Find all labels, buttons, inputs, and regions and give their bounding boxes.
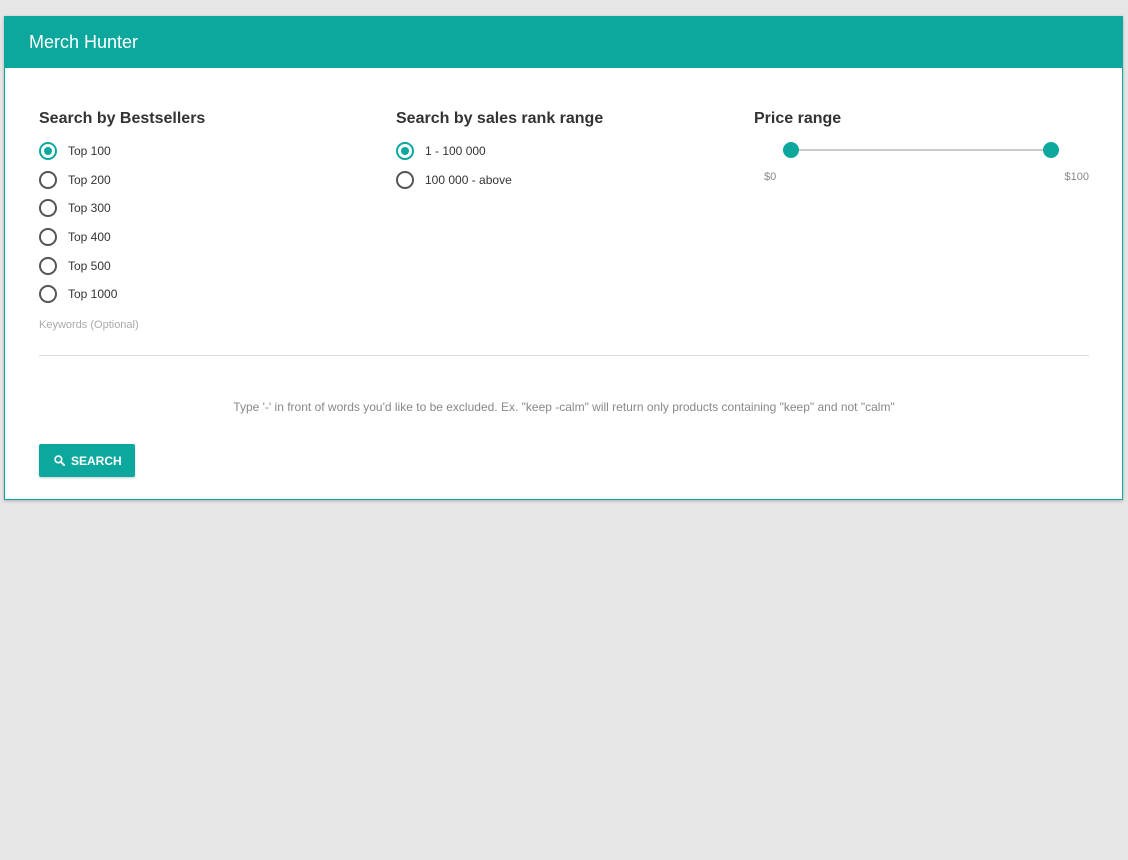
radio-label: Top 1000 (68, 287, 118, 302)
slider-max-handle[interactable] (1043, 142, 1059, 158)
price-max-label: $100 (1064, 171, 1089, 183)
radio-button[interactable] (39, 256, 57, 275)
radio-label: Top 200 (68, 172, 111, 187)
bestsellers-title: Search by Bestsellers (39, 110, 206, 127)
app-bar: Merch Hunter (5, 16, 1122, 68)
keywords-label: Keywords (Optional) (39, 319, 139, 331)
search-form: Search by Bestsellers Top 100 Top 200 To… (39, 68, 1089, 499)
keywords-input[interactable] (39, 332, 1089, 356)
bestseller-option-top-200[interactable]: Top 200 (39, 166, 369, 195)
sales-rank-group: Search by sales rank range 1 - 100 000 1… (396, 109, 726, 194)
radio-button[interactable] (39, 170, 57, 189)
price-range-title: Price range (754, 110, 842, 127)
price-range-labels: $0 $100 (754, 171, 1089, 185)
app-title: Merch Hunter (29, 31, 139, 52)
search-button-label: SEARCH (71, 453, 122, 468)
radio-label: Top 100 (68, 144, 111, 159)
sales-rank-option-100000-above[interactable]: 100 000 - above (396, 166, 726, 195)
bestseller-option-top-1000[interactable]: Top 1000 (39, 280, 369, 309)
sales-rank-title: Search by sales rank range (396, 110, 604, 127)
search-card: Merch Hunter Search by Bestsellers Top 1… (4, 16, 1123, 500)
radio-button[interactable] (39, 142, 57, 161)
radio-label: Top 500 (68, 258, 111, 273)
bestseller-option-top-100[interactable]: Top 100 (39, 137, 369, 166)
radio-button[interactable] (396, 170, 414, 189)
price-range-slider[interactable] (754, 137, 1089, 171)
radio-label: Top 300 (68, 201, 111, 216)
search-button[interactable]: SEARCH (39, 444, 135, 477)
price-range-group: Price range $0 $100 (754, 109, 1089, 185)
slider-track[interactable] (791, 149, 1051, 151)
radio-label: 100 000 - above (425, 172, 512, 187)
bestsellers-group: Search by Bestsellers Top 100 Top 200 To… (39, 109, 369, 309)
radio-label: Top 400 (68, 230, 111, 245)
price-min-label: $0 (764, 171, 777, 183)
search-icon (54, 455, 65, 466)
radio-button[interactable] (39, 199, 57, 218)
sales-rank-option-1-100000[interactable]: 1 - 100 000 (396, 137, 726, 166)
radio-button[interactable] (39, 228, 57, 247)
slider-min-handle[interactable] (783, 142, 799, 158)
radio-label: 1 - 100 000 (425, 144, 486, 159)
radio-button[interactable] (39, 285, 57, 304)
bestseller-option-top-300[interactable]: Top 300 (39, 194, 369, 223)
bestseller-option-top-400[interactable]: Top 400 (39, 223, 369, 252)
keywords-hint: Type '-' in front of words you'd like to… (233, 400, 895, 414)
bestseller-option-top-500[interactable]: Top 500 (39, 251, 369, 280)
keywords-field: Keywords (Optional) (39, 318, 1089, 356)
radio-button[interactable] (396, 142, 414, 161)
